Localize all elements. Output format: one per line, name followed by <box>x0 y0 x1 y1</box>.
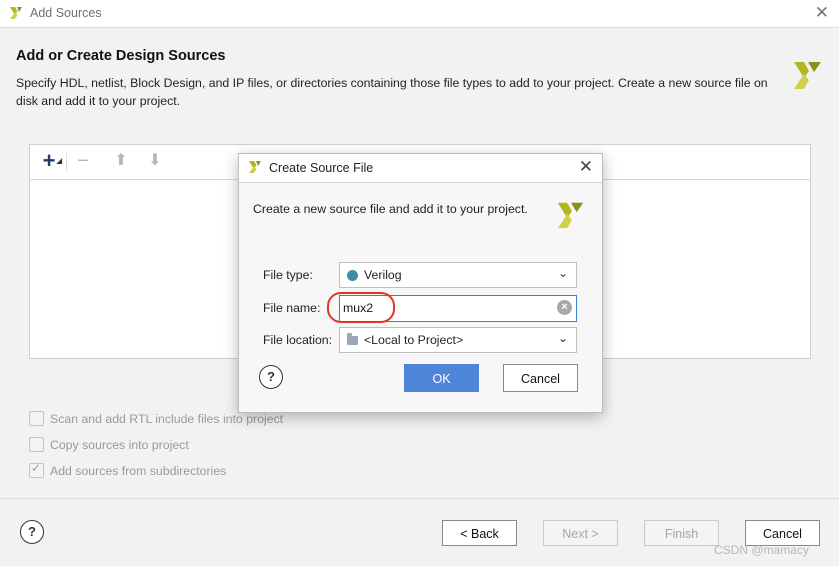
close-icon[interactable]: ✕ <box>815 3 829 23</box>
option-label: Copy sources into project <box>50 438 189 452</box>
move-down-button[interactable]: ⬇ <box>144 150 166 172</box>
page-header: Add or Create Design Sources Specify HDL… <box>16 48 776 110</box>
scan-rtl-checkbox[interactable] <box>29 411 44 426</box>
vivado-logo-icon <box>8 5 24 26</box>
dropdown-corner-icon: ◢ <box>56 158 62 165</box>
add-files-button[interactable]: + ◢ <box>38 148 62 173</box>
file-name-field[interactable]: × <box>339 295 577 322</box>
dialog-title: Create Source File <box>269 161 374 175</box>
file-name-input[interactable] <box>343 299 543 317</box>
option-label: Add sources from subdirectories <box>50 464 227 478</box>
toolbar-separator <box>66 153 67 171</box>
folder-icon <box>347 333 358 345</box>
remove-file-button[interactable]: − <box>72 150 94 172</box>
file-location-select[interactable]: <Local to Project> ⌄ <box>339 327 577 353</box>
chevron-down-icon: ⌄ <box>557 331 568 345</box>
footer-divider <box>0 498 839 499</box>
move-up-button[interactable]: ⬆ <box>110 150 132 172</box>
create-source-file-dialog: Create Source File ✕ Create a new source… <box>238 153 603 413</box>
vivado-logo-large-icon <box>555 199 587 236</box>
ok-button[interactable]: OK <box>404 364 479 392</box>
chevron-down-icon: ⌄ <box>557 266 568 280</box>
back-button[interactable]: < Back <box>442 520 517 546</box>
page-title: Add or Create Design Sources <box>16 48 226 64</box>
dialog-cancel-button[interactable]: Cancel <box>503 364 578 392</box>
window-title: Add Sources <box>30 6 102 20</box>
dialog-description: Create a new source file and add it to y… <box>253 202 528 216</box>
file-location-value: <Local to Project> <box>364 333 464 347</box>
option-scan-rtl[interactable]: Scan and add RTL include files into proj… <box>29 411 283 426</box>
file-name-label: File name: <box>263 301 321 315</box>
page-description-line1: Specify HDL, netlist, Block Design, and … <box>16 76 768 90</box>
verilog-icon <box>347 270 358 281</box>
dialog-help-button[interactable]: ? <box>259 365 283 389</box>
file-type-value: Verilog <box>364 268 402 282</box>
vivado-logo-icon <box>247 159 263 180</box>
finish-button[interactable]: Finish <box>644 520 719 546</box>
plus-icon: + <box>42 148 56 173</box>
subdirectories-checkbox[interactable]: ✓ <box>29 461 44 478</box>
option-label: Scan and add RTL include files into proj… <box>50 412 284 426</box>
file-location-label: File location: <box>263 333 333 347</box>
window-titlebar: Add Sources ✕ <box>0 0 839 28</box>
checkmark-icon: ✓ <box>31 461 42 475</box>
dialog-close-icon[interactable]: ✕ <box>579 157 593 177</box>
file-type-select[interactable]: Verilog ⌄ <box>339 262 577 288</box>
page-description-line2: disk and add it to your project. <box>16 94 181 108</box>
file-type-label: File type: <box>263 268 313 282</box>
page-description: Specify HDL, netlist, Block Design, and … <box>16 74 776 110</box>
copy-sources-checkbox[interactable] <box>29 437 44 452</box>
watermark: CSDN @mamacy <box>714 543 809 557</box>
dialog-titlebar: Create Source File ✕ <box>239 154 602 183</box>
next-button[interactable]: Next > <box>543 520 618 546</box>
option-add-subdirectories[interactable]: ✓ Add sources from subdirectories <box>29 461 227 478</box>
help-button[interactable]: ? <box>20 520 44 544</box>
clear-icon[interactable]: × <box>557 300 572 315</box>
option-copy-sources[interactable]: Copy sources into project <box>29 437 189 452</box>
vivado-logo-large-icon <box>791 58 825 97</box>
